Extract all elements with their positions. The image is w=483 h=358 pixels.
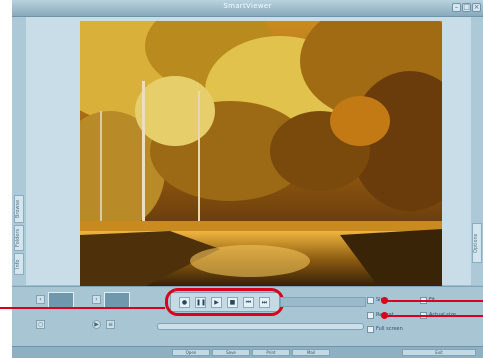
- zoom-icon[interactable]: ○: [36, 320, 45, 329]
- minimize-icon[interactable]: –: [452, 3, 461, 12]
- maximize-icon[interactable]: □: [462, 3, 471, 12]
- slideshow-play-icon[interactable]: ▶: [92, 320, 101, 329]
- fullscreen-checkbox[interactable]: [367, 326, 374, 333]
- print-button[interactable]: Print: [252, 349, 290, 356]
- status-bar: Open Save Print Mail Exit: [12, 346, 483, 358]
- slide-callout-line: [385, 300, 483, 302]
- open-button[interactable]: Open: [172, 349, 210, 356]
- autumn-forest-photo: [80, 21, 442, 289]
- left-sidebar: Browse Folders Info: [12, 17, 26, 285]
- right-sidebar: Options: [471, 17, 483, 285]
- repeat-checkbox[interactable]: [367, 312, 374, 319]
- seek-bar[interactable]: [157, 323, 364, 330]
- window-title: SmartViewer: [223, 2, 272, 10]
- sidebar-tab-folders[interactable]: Folders: [14, 225, 24, 251]
- slide-checkbox[interactable]: [367, 297, 374, 304]
- smartviewer-window: SmartViewer – □ × Browse Folders Info Op…: [12, 0, 483, 358]
- sidebar-tab-options[interactable]: Options: [472, 223, 482, 263]
- mail-button[interactable]: Mail: [292, 349, 330, 356]
- rotate-left-icon[interactable]: ‹: [36, 295, 45, 304]
- save-button[interactable]: Save: [212, 349, 250, 356]
- close-icon[interactable]: ×: [472, 3, 481, 12]
- repeat-callout-line: [385, 315, 483, 317]
- thumbnail-next[interactable]: [104, 292, 130, 308]
- photo-viewer[interactable]: [80, 21, 442, 289]
- transport-highlight-outline: [165, 288, 284, 316]
- rotate-right-icon[interactable]: ›: [92, 295, 101, 304]
- title-bar: SmartViewer – □ ×: [12, 0, 483, 17]
- thumbnail-previous[interactable]: [48, 292, 74, 308]
- exit-button[interactable]: Exit: [402, 349, 476, 356]
- fullscreen-label: Full screen: [376, 326, 403, 332]
- transport-callout-line: [0, 307, 165, 309]
- image-viewport: [26, 17, 471, 289]
- speed-track[interactable]: [280, 297, 366, 307]
- sidebar-tab-browse[interactable]: Browse: [14, 195, 24, 223]
- sidebar-tab-info[interactable]: Info: [14, 253, 24, 275]
- settings-icon[interactable]: ≡: [106, 320, 115, 329]
